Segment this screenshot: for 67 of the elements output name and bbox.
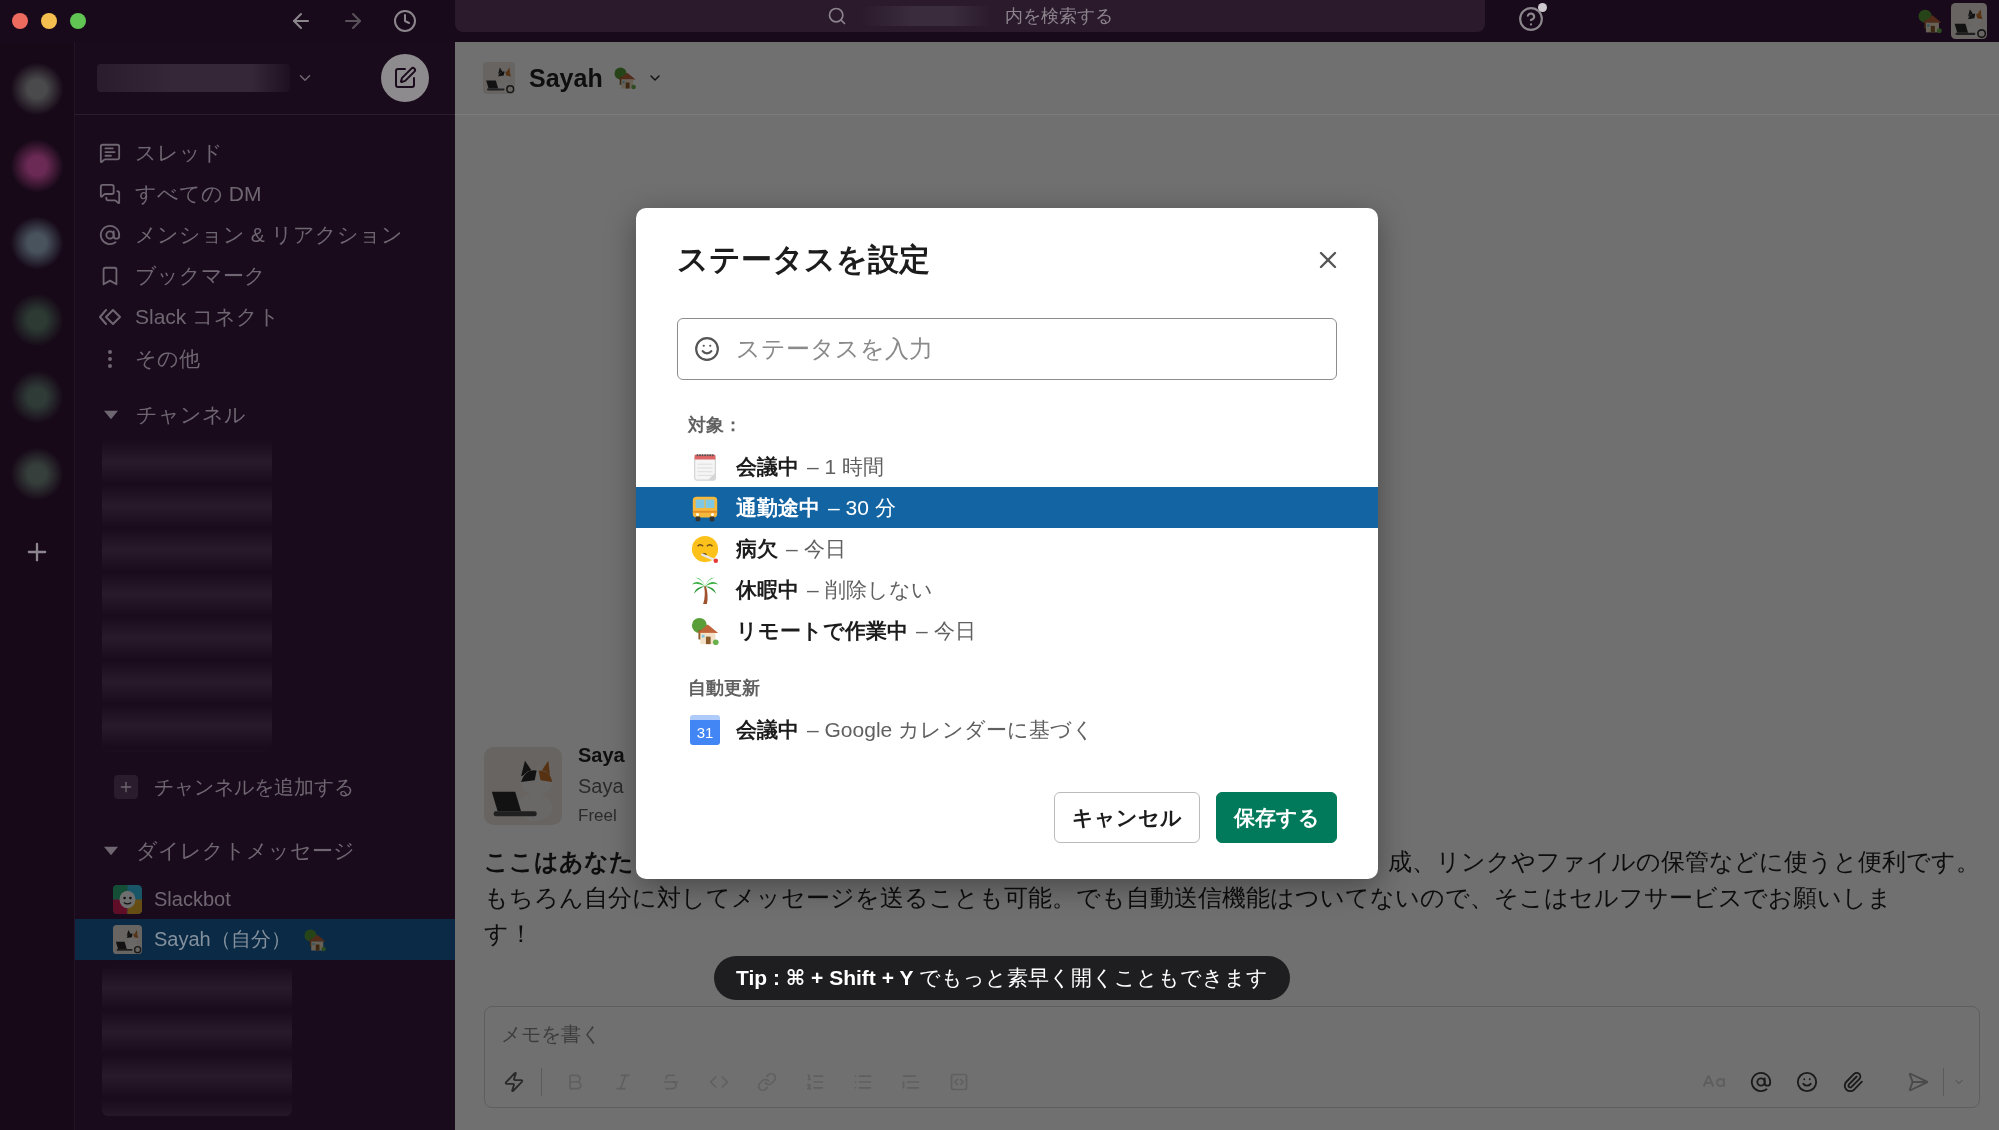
message-text: もちろん自分に対してメッセージを送ることも可能。でも自動送信機能はついてないので、そこはセルフサービスでお願いします！ (484, 883, 1893, 949)
help-icon[interactable] (1518, 6, 1544, 32)
channel-title[interactable]: Sayah (529, 63, 603, 93)
plus-icon (114, 775, 138, 799)
add-channel-button[interactable]: チャンネルを追加する (75, 767, 455, 807)
status-option[interactable]: 休暇中 – 削除しない (636, 569, 1378, 610)
caret-icon[interactable] (104, 845, 118, 856)
compose-icon (393, 66, 417, 90)
lightning-icon[interactable] (503, 1071, 525, 1093)
author-name: Saya (578, 743, 625, 768)
more-icon (108, 350, 112, 368)
message-text: ここはあなた (484, 847, 634, 877)
group-label: 自動更新 (687, 677, 761, 699)
status-option[interactable]: 通勤途中 – 30 分 (636, 487, 1378, 528)
house-icon (612, 66, 637, 90)
profile-text: Saya (578, 774, 625, 799)
status-input[interactable]: ステータスを入力 (734, 334, 1320, 364)
window-minimize-button[interactable] (41, 13, 57, 29)
sick-face-icon (690, 533, 720, 564)
status-field[interactable]: ステータスを入力 (677, 318, 1337, 380)
smiley-icon (694, 336, 720, 362)
section-header[interactable]: チャンネル (75, 394, 455, 435)
shortcut-tooltip: Tip : ⌘ + Shift + Y でもっと素早く開くこともできます (714, 956, 1291, 1000)
cat-avatar-icon (113, 925, 142, 954)
sidebar-item[interactable]: スレッド (75, 132, 455, 173)
connect-icon (99, 308, 121, 325)
profile-text: Freel (578, 805, 618, 827)
sidebar-item[interactable]: その他 (75, 337, 455, 381)
save-button[interactable]: 保存する (1216, 792, 1337, 843)
caret-icon[interactable] (104, 409, 118, 420)
at-sign-icon[interactable] (1750, 1071, 1772, 1093)
dialog-title: ステータスを設定 (677, 241, 930, 279)
house-icon (1917, 8, 1943, 34)
cat-laptop-avatar-icon (484, 747, 562, 825)
threads-icon (99, 141, 121, 164)
bot-avatar-icon (113, 884, 142, 914)
sidebar-item[interactable]: メンション & リアクション (75, 214, 455, 255)
house-icon (302, 927, 327, 952)
sidebar-item[interactable]: すべての DM (75, 173, 455, 214)
contact-item[interactable]: Slackbot (75, 879, 455, 919)
house-icon (690, 615, 720, 646)
status-option[interactable]: 病欠 – 今日 (636, 528, 1378, 569)
search-icon (827, 6, 847, 26)
cat-avatar-icon (483, 62, 515, 94)
status-option[interactable]: リモートで作業中 – 今日 (636, 610, 1378, 651)
section-header[interactable]: ダイレクトメッセージ (75, 830, 455, 871)
send-icon[interactable] (1907, 1071, 1929, 1093)
calendar-tile: 31 (690, 714, 720, 745)
sidebar-item[interactable]: Slack コネクト (75, 296, 455, 337)
notification-dot-icon (1538, 3, 1547, 12)
group-label: 対象： (686, 414, 743, 436)
history-clock-icon[interactable] (393, 9, 417, 33)
contact-item[interactable]: Sayah（自分） (75, 919, 455, 960)
search-field[interactable]: 内を検索する (455, 0, 1485, 32)
paperclip-icon[interactable] (1842, 1071, 1864, 1093)
status-option[interactable]: 会議中 – 1 時間 (636, 446, 1378, 487)
window-close-button[interactable] (12, 13, 28, 29)
compose-button[interactable] (381, 54, 429, 102)
at-sign-icon (99, 223, 121, 246)
sidebar-item[interactable]: ブックマーク (75, 255, 455, 296)
chat-bubbles-icon (99, 182, 121, 205)
message-text: 成、リンクやファイルの保管などに使うと便利です。 (1388, 847, 1980, 877)
status-option[interactable]: 31 会議中 – Google カレンダーに基づく (636, 709, 1378, 750)
cancel-button[interactable]: キャンセル (1054, 792, 1200, 843)
user-avatar-icon (1951, 3, 1987, 39)
window-zoom-button[interactable] (70, 13, 86, 29)
emoji-icon[interactable] (1796, 1071, 1818, 1093)
